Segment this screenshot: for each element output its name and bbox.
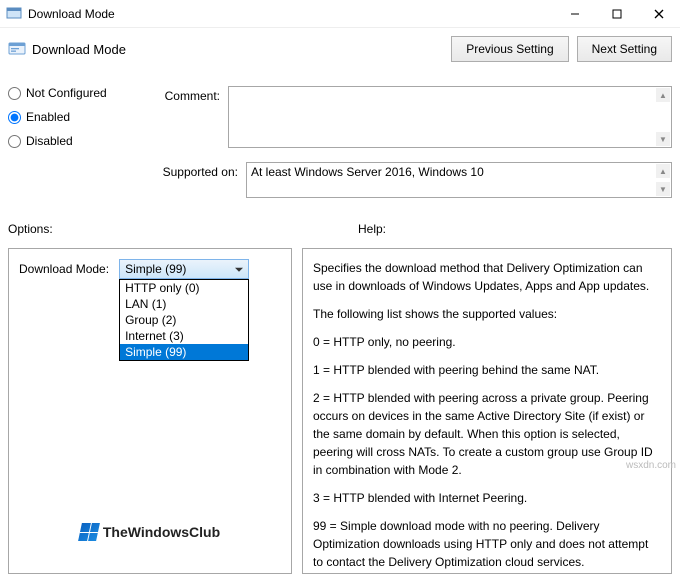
help-paragraph: Specifies the download method that Deliv… [313, 259, 661, 295]
combobox-selected[interactable]: Simple (99) [119, 259, 249, 279]
minimize-button[interactable] [554, 0, 596, 28]
help-paragraph: The following list shows the supported v… [313, 305, 661, 323]
scroll-up-icon[interactable]: ▲ [656, 88, 670, 102]
download-mode-combobox[interactable]: Simple (99) HTTP only (0) LAN (1) Group … [119, 259, 249, 279]
next-setting-button[interactable]: Next Setting [577, 36, 672, 62]
branding-logo: TheWindowsClub [9, 523, 291, 541]
combobox-option[interactable]: HTTP only (0) [120, 280, 248, 296]
maximize-button[interactable] [596, 0, 638, 28]
help-panel: Specifies the download method that Deliv… [302, 248, 672, 574]
radio-disabled[interactable]: Disabled [8, 134, 107, 148]
help-paragraph: 3 = HTTP blended with Internet Peering. [313, 489, 661, 507]
help-heading: Help: [302, 222, 672, 236]
help-paragraph: 99 = Simple download mode with no peerin… [313, 517, 661, 571]
previous-setting-button[interactable]: Previous Setting [451, 36, 568, 62]
watermark: wsxdn.com [626, 460, 676, 471]
comment-row: Comment: ▲ ▼ [148, 86, 672, 148]
logo-square-icon [78, 523, 100, 541]
radio-not-configured-label: Not Configured [26, 86, 107, 100]
scroll-down-icon[interactable]: ▼ [656, 132, 670, 146]
supported-value: At least Windows Server 2016, Windows 10 [251, 165, 484, 179]
combobox-option[interactable]: LAN (1) [120, 296, 248, 312]
radio-not-configured[interactable]: Not Configured [8, 86, 107, 100]
combobox-option[interactable]: Group (2) [120, 312, 248, 328]
combobox-dropdown: HTTP only (0) LAN (1) Group (2) Internet… [119, 279, 249, 361]
radio-not-configured-input[interactable] [8, 87, 21, 100]
options-heading: Options: [8, 222, 302, 236]
download-mode-label: Download Mode: [19, 259, 109, 276]
scroll-down-icon[interactable]: ▼ [656, 182, 670, 196]
comment-label: Comment: [148, 86, 220, 148]
close-button[interactable] [638, 0, 680, 28]
state-radio-group: Not Configured Enabled Disabled [8, 86, 107, 148]
header: Download Mode Previous Setting Next Sett… [0, 28, 680, 74]
radio-disabled-input[interactable] [8, 135, 21, 148]
app-icon [6, 6, 22, 22]
options-panel: Download Mode: Simple (99) HTTP only (0)… [8, 248, 292, 574]
combobox-option[interactable]: Internet (3) [120, 328, 248, 344]
supported-scrollbar[interactable]: ▲ ▼ [656, 164, 670, 196]
logo-text: TheWindowsClub [103, 524, 220, 540]
radio-enabled[interactable]: Enabled [8, 110, 107, 124]
section-labels: Options: Help: [8, 222, 672, 236]
radio-enabled-input[interactable] [8, 111, 21, 124]
supported-label: Supported on: [148, 162, 238, 198]
policy-title: Download Mode [32, 42, 443, 57]
comment-scrollbar[interactable]: ▲ ▼ [656, 88, 670, 146]
supported-row: Supported on: At least Windows Server 20… [148, 162, 672, 198]
combobox-option[interactable]: Simple (99) [120, 344, 248, 360]
radio-disabled-label: Disabled [26, 134, 73, 148]
scroll-up-icon[interactable]: ▲ [656, 164, 670, 178]
policy-icon [8, 40, 26, 58]
help-paragraph: 2 = HTTP blended with peering across a p… [313, 389, 661, 479]
radio-enabled-label: Enabled [26, 110, 70, 124]
help-paragraph: 0 = HTTP only, no peering. [313, 333, 661, 351]
supported-textarea: At least Windows Server 2016, Windows 10… [246, 162, 672, 198]
help-paragraph: 1 = HTTP blended with peering behind the… [313, 361, 661, 379]
panels: Download Mode: Simple (99) HTTP only (0)… [8, 248, 672, 574]
comment-textarea[interactable]: ▲ ▼ [228, 86, 672, 148]
titlebar: Download Mode [0, 0, 680, 28]
window-title: Download Mode [28, 7, 554, 21]
